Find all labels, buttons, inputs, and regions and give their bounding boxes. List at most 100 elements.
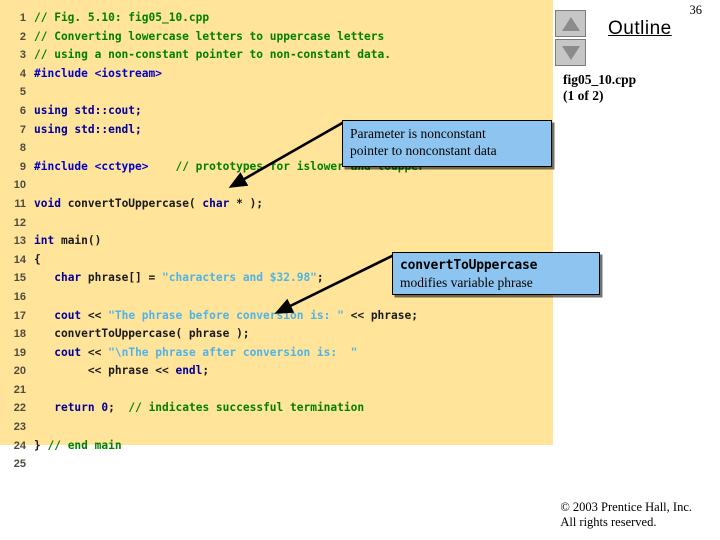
copyright-text: © 2003 Prentice Hall, Inc. [560, 500, 692, 514]
code-token: ; [316, 271, 324, 285]
page-number: 36 [689, 3, 703, 17]
code-line: 22 return 0; // indicates successful ter… [0, 399, 553, 418]
code-token: using std::cout; [34, 103, 142, 117]
code-token: #include <cctype> [34, 159, 149, 173]
code-line-number: 18 [13, 328, 26, 341]
code-token: // end main [47, 438, 122, 452]
code-line-number: 14 [13, 253, 26, 266]
code-line-number: 4 [19, 67, 26, 80]
outline-subtitle: fig05_10.cpp (1 of 2) [563, 72, 718, 103]
code-token: main() [60, 234, 102, 248]
code-line-text: char phrase[] = "characters and $32.98"; [34, 269, 324, 288]
code-line: 10 [0, 176, 553, 195]
code-line-number: 17 [13, 309, 26, 322]
code-line-number: 16 [13, 290, 26, 303]
scroll-down-button[interactable] [555, 39, 586, 66]
code-line: 2 // Converting lowercase letters to uppe… [0, 28, 553, 47]
code-token: << phrase; [343, 308, 418, 322]
code-line: 1 // Fig. 5.10: fig05_10.cpp [0, 9, 553, 28]
scroll-up-button[interactable] [555, 10, 586, 37]
code-token: "characters and $32.98" [162, 271, 317, 285]
code-line-text: int main() [34, 232, 101, 251]
outline-subtitle-part: (1 of 2) [563, 87, 604, 103]
code-line-number: 8 [19, 142, 26, 155]
code-line-text: using std::endl; [34, 121, 142, 140]
callout-parameter: Parameter is nonconstant pointer to nonc… [342, 120, 552, 167]
code-line-text: cout << "\nThe phrase after conversion i… [34, 344, 357, 363]
code-line-number: 7 [19, 123, 26, 136]
code-line-number: 12 [13, 216, 26, 229]
code-line: 24} // end main [0, 437, 553, 456]
code-line-text: convertToUppercase( phrase ); [34, 325, 250, 344]
code-token: phrase[] = [81, 271, 162, 285]
triangle-down-icon [561, 45, 580, 60]
code-token: #include <iostream> [34, 66, 162, 80]
code-token: endl [175, 364, 203, 378]
code-line-text: void convertToUppercase( char * ); [34, 195, 263, 214]
code-token: ; [108, 401, 129, 415]
code-token: void [34, 196, 68, 210]
code-line-number: 5 [19, 86, 26, 99]
code-line: 20 << phrase << endl; [0, 362, 553, 381]
code-token: char [202, 196, 230, 210]
code-token: // Fig. 5.10: fig05_10.cpp [34, 11, 210, 24]
code-token: using std::endl; [34, 122, 142, 136]
footer: © 2003 Prentice Hall, Inc. All rights re… [560, 500, 692, 530]
code-token: << [81, 308, 109, 322]
code-line-number: 3 [19, 49, 26, 62]
code-line: 12 [0, 214, 553, 233]
code-line-number: 19 [13, 346, 26, 359]
code-token: // using a non-constant pointer to non-c… [34, 48, 391, 62]
rights-text: All rights reserved. [560, 515, 657, 529]
code-line-number: 20 [13, 365, 26, 378]
code-line: 19 cout << "\nThe phrase after conversio… [0, 344, 553, 363]
code-line-text: << phrase << endl; [34, 362, 209, 381]
triangle-up-icon [561, 16, 580, 31]
callout-parameter-line1: Parameter is nonconstant [350, 126, 486, 141]
code-line-text: cout << "The phrase before conversion is… [34, 307, 418, 326]
code-token: // Converting lowercase letters to upper… [34, 29, 385, 43]
code-line-number: 10 [13, 179, 26, 192]
code-line: 5 [0, 83, 553, 102]
code-line-text: return 0; // indicates successful termin… [34, 399, 364, 418]
code-token: } [34, 438, 48, 452]
code-lines-container: 1 // Fig. 5.10: fig05_10.cpp 2 // Convertin… [0, 9, 553, 474]
code-token: << [81, 345, 109, 359]
outline-title: Outline [608, 18, 672, 39]
code-line-number: 2 [19, 30, 26, 43]
code-line-number: 9 [19, 160, 26, 173]
code-line: 4 #include <iostream> [0, 65, 553, 84]
code-line-text: #include <iostream> [34, 65, 162, 84]
code-line-text: // using a non-constant pointer to non-c… [34, 46, 391, 65]
code-token: convertToUppercase( [67, 196, 203, 210]
code-line: 17 cout << "The phrase before conversion… [0, 307, 553, 326]
callout-modifies: convertToUppercase modifies variable phr… [392, 252, 600, 295]
code-token: // indicates successful termination [128, 401, 365, 415]
code-line-text: { [34, 251, 41, 270]
code-line-number: 11 [14, 197, 26, 210]
code-token: convertToUppercase( phrase ); [34, 327, 250, 341]
code-token: "\nThe phrase after conversion is: " [108, 345, 358, 359]
code-line-number: 22 [13, 402, 26, 415]
code-line: 23 [0, 418, 553, 437]
code-line-number: 6 [19, 104, 26, 117]
code-line: 13 int main() [0, 232, 553, 251]
callout-parameter-line2: pointer to nonconstant data [350, 143, 497, 158]
code-token: return [54, 401, 95, 415]
code-token: << phrase << [34, 364, 176, 378]
code-line: 3 // using a non-constant pointer to non-… [0, 46, 553, 65]
code-line-text: // Converting lowercase letters to upper… [34, 28, 384, 47]
code-token: cout [54, 345, 82, 359]
code-line-number: 1 [19, 12, 26, 24]
code-token: { [34, 252, 41, 266]
callout-modifies-line2: modifies variable phrase [400, 275, 533, 290]
code-line: 11 void convertToUppercase( char * ); [0, 195, 553, 214]
code-line-text: using std::cout; [34, 102, 142, 121]
outline-subtitle-filename: fig05_10.cpp [563, 72, 637, 87]
code-line-text: // Fig. 5.10: fig05_10.cpp [34, 9, 209, 28]
